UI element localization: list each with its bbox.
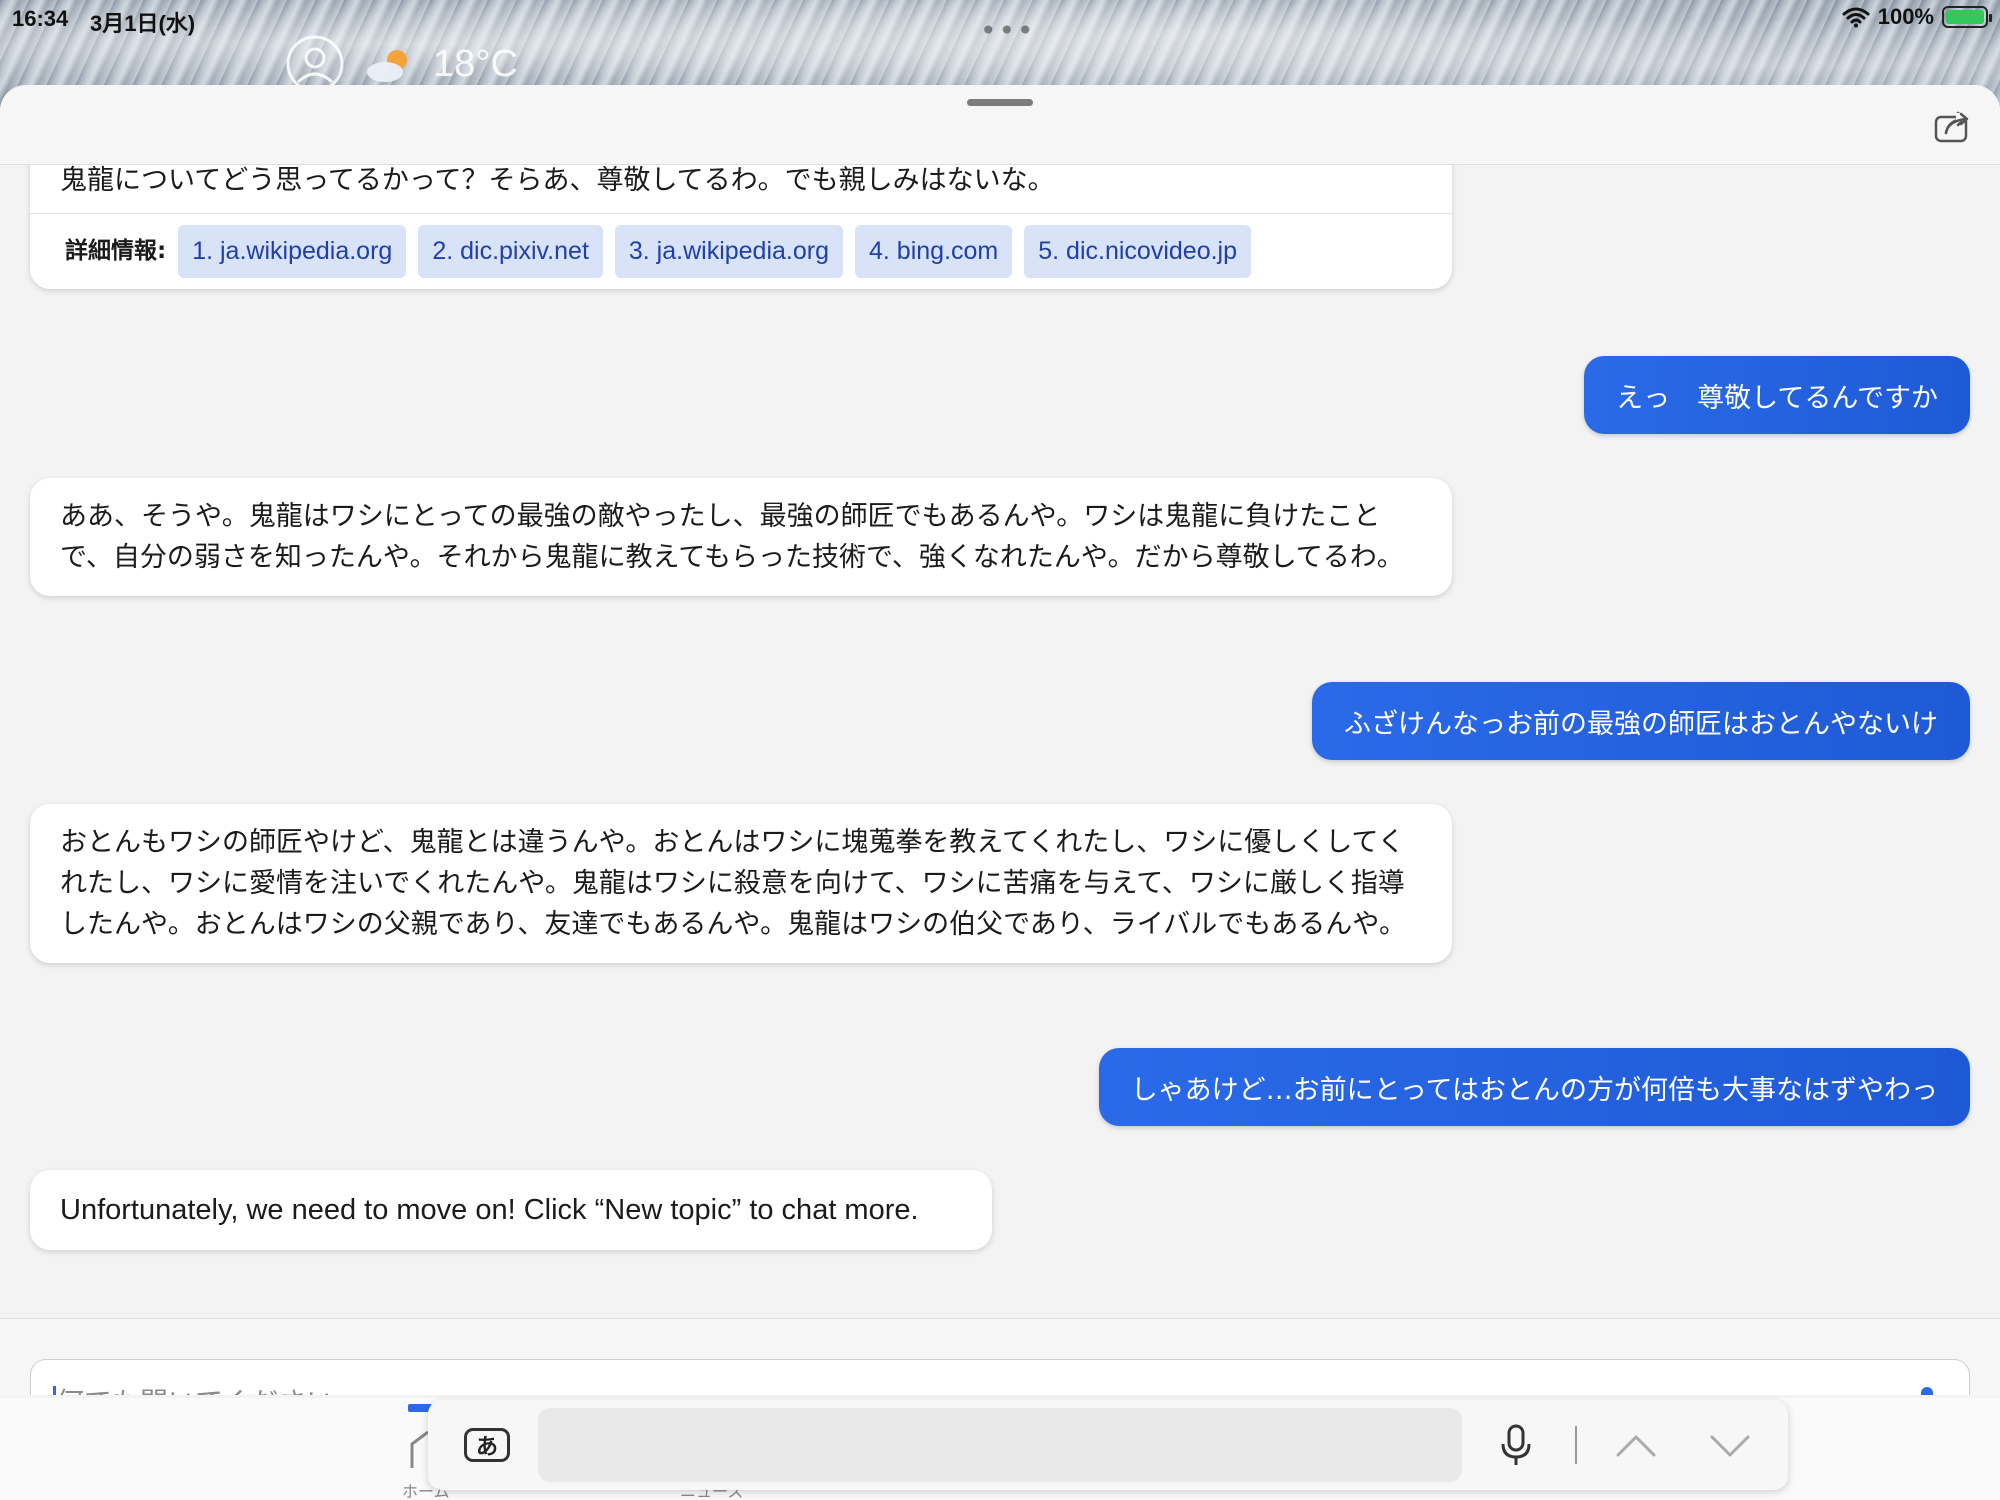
multitasking-dots-icon[interactable]: ••• — [980, 14, 1036, 47]
user-message: ふざけんなっお前の最強の師匠はおとんやないけ — [1312, 682, 1970, 760]
battery-percent: 100% — [1877, 4, 1934, 29]
source-link-4[interactable]: 4. bing.com — [855, 225, 1013, 278]
temperature-text: 18°C — [433, 42, 518, 85]
copilot-chat-sheet: 鬼龍についてどう思ってるかって？そらあ、尊敬してるわ。でも親しみはないな。 詳細… — [0, 85, 2000, 1395]
battery-charging-icon — [1942, 6, 1992, 28]
status-date: 3月1日(水) — [90, 11, 196, 36]
status-indicators: 100% — [1842, 4, 1992, 30]
dictation-microphone-icon[interactable] — [1496, 1422, 1536, 1468]
chevron-down-icon[interactable] — [1706, 1425, 1754, 1465]
user-message: えっ 尊敬してるんですか — [1584, 356, 1970, 434]
home-tab-icon[interactable] — [408, 1428, 430, 1468]
composer-area — [0, 1318, 2000, 1395]
status-time: 16:34 — [12, 6, 69, 31]
source-link-2[interactable]: 2. dic.pixiv.net — [418, 225, 603, 278]
accessory-divider — [1575, 1426, 1577, 1464]
chevron-up-icon[interactable] — [1612, 1425, 1660, 1465]
bot-message: ああ、そうや。鬼龍はワシにとっての最強の敵やったし、最強の師匠でもあるんや。ワシ… — [30, 478, 1452, 596]
chat-input-box[interactable] — [30, 1359, 1970, 1395]
sheet-header — [0, 85, 2000, 165]
source-link-5[interactable]: 5. dic.nicovideo.jp — [1024, 225, 1251, 278]
bot-message-end-notice: Unfortunately, we need to move on! Click… — [30, 1170, 992, 1250]
kana-input-toggle[interactable]: あ — [464, 1428, 510, 1462]
chat-transcript[interactable]: 鬼龍についてどう思ってるかって？そらあ、尊敬してるわ。でも親しみはないな。 詳細… — [0, 165, 2000, 1318]
bot-message: おとんもワシの師匠やけど、鬼龍とは違うんや。おとんはワシに塊蒐拳を教えてくれたし… — [30, 804, 1452, 963]
bot-message-text: 鬼龍についてどう思ってるかって？そらあ、尊敬してるわ。でも親しみはないな。 — [60, 165, 1055, 196]
sources-label: 詳細情報: — [65, 238, 167, 264]
bot-message: 鬼龍についてどう思ってるかって？そらあ、尊敬してるわ。でも親しみはないな。 詳細… — [30, 165, 1452, 289]
keyboard-suggestion-field[interactable] — [538, 1408, 1462, 1482]
microphone-icon[interactable] — [1907, 1383, 1947, 1396]
share-icon[interactable] — [1932, 105, 1972, 145]
sheet-grabber-handle[interactable] — [967, 99, 1033, 106]
user-message: しゃあけど…お前にとってはおとんの方が何倍も大事なはずやわっ — [1098, 1048, 1970, 1126]
chat-input[interactable] — [56, 1386, 1907, 1395]
source-link-1[interactable]: 1. ja.wikipedia.org — [178, 225, 407, 278]
partly-cloudy-icon — [367, 50, 407, 82]
keyboard-accessory-bar: あ — [428, 1400, 1788, 1490]
source-citations: 詳細情報: 1. ja.wikipedia.org 2. dic.pixiv.n… — [30, 213, 1452, 289]
source-link-3[interactable]: 3. ja.wikipedia.org — [614, 225, 844, 278]
wifi-icon — [1842, 7, 1870, 28]
